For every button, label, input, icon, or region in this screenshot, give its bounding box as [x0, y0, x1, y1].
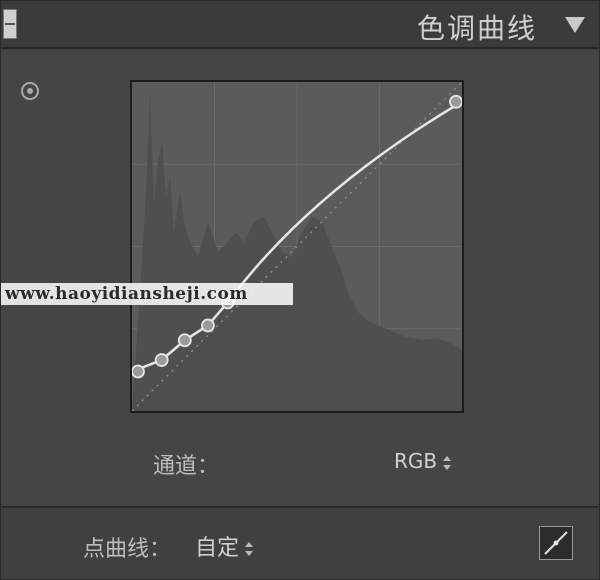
collapse-triangle-icon[interactable]: [565, 17, 585, 33]
curve-control-point[interactable]: [201, 318, 215, 333]
linear-curve-icon: [544, 531, 568, 555]
point-curve-select[interactable]: 自定: [195, 530, 254, 562]
channel-label: 通道：: [153, 454, 220, 479]
linear-curve-button[interactable]: [539, 526, 573, 560]
curve-control-point[interactable]: [177, 333, 192, 348]
tone-curve-panel: 色调曲线 www.haoyidiansheji.com 通道： RGB 点曲线：…: [0, 0, 600, 580]
channel-value: RGB: [394, 449, 438, 473]
channel-select[interactable]: RGB: [394, 449, 452, 473]
panel-title: 色调曲线: [416, 12, 537, 45]
watermark-text: www.haoyidiansheji.com: [1, 283, 293, 305]
curve-control-point[interactable]: [132, 364, 145, 379]
curve-editor[interactable]: [130, 80, 464, 413]
point-curve-label: 点曲线：: [83, 537, 172, 562]
stepper-icon: [443, 455, 452, 470]
curve-control-point[interactable]: [449, 94, 462, 109]
point-curve-value: 自定: [195, 536, 240, 561]
curve-graph[interactable]: [132, 82, 462, 411]
curve-control-point[interactable]: [154, 353, 169, 367]
stepper-icon: [245, 542, 254, 556]
panel-header[interactable]: 色调曲线: [1, 1, 599, 49]
panel-switch-icon[interactable]: [3, 9, 17, 39]
target-adjustment-icon[interactable]: [21, 82, 39, 100]
